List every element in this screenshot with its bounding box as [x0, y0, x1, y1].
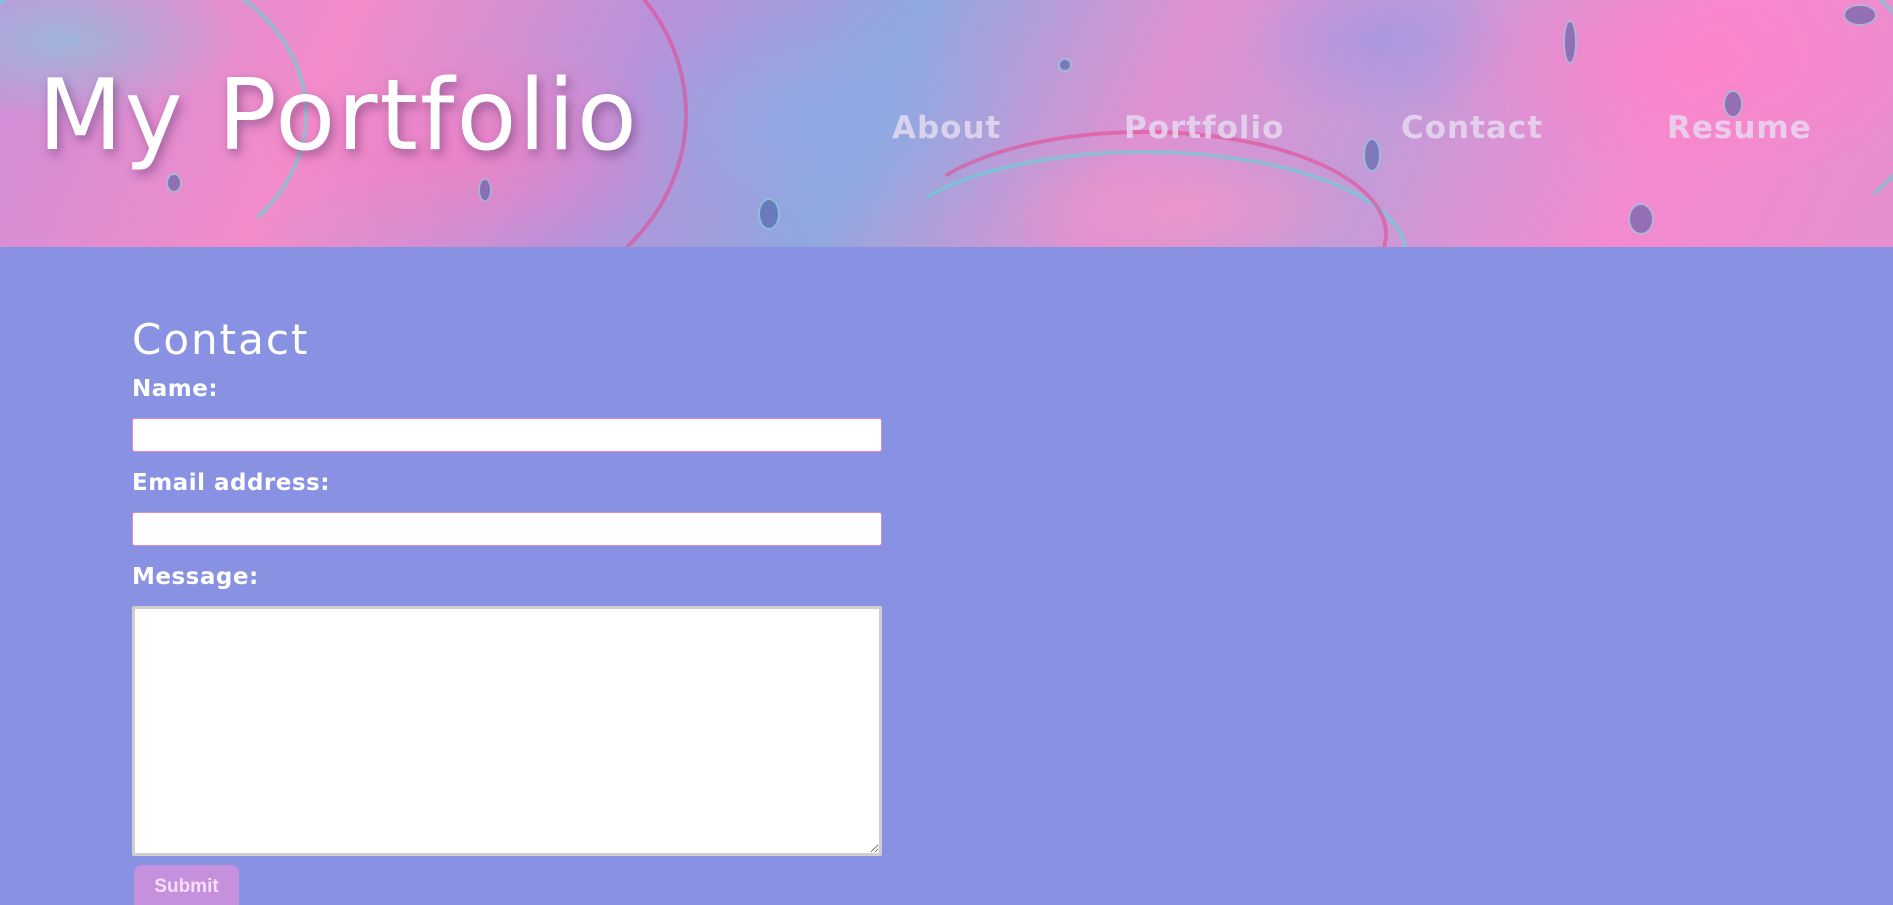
- background-bubble: [760, 200, 778, 228]
- section-title: Contact: [132, 315, 310, 364]
- background-bubble: [1845, 6, 1875, 24]
- email-label: Email address:: [132, 470, 330, 496]
- nav-link-portfolio[interactable]: Portfolio: [1124, 108, 1284, 148]
- nav-link-resume[interactable]: Resume: [1667, 108, 1812, 148]
- name-field[interactable]: [132, 418, 882, 452]
- background-bubble: [168, 175, 180, 191]
- background-bubble: [1565, 22, 1575, 62]
- header-banner: My Portfolio About Portfolio Contact Res…: [0, 0, 1893, 247]
- background-bubble: [1060, 60, 1070, 70]
- name-label: Name:: [132, 376, 219, 402]
- submit-button[interactable]: Submit: [134, 865, 239, 905]
- email-field[interactable]: [132, 512, 882, 546]
- message-label: Message:: [132, 564, 259, 590]
- background-bubble: [480, 180, 490, 200]
- background-bubble: [1630, 205, 1652, 233]
- message-textarea[interactable]: [132, 606, 882, 856]
- main-nav: About Portfolio Contact Resume: [0, 108, 1893, 148]
- nav-link-contact[interactable]: Contact: [1401, 108, 1543, 148]
- nav-link-about[interactable]: About: [892, 108, 1001, 148]
